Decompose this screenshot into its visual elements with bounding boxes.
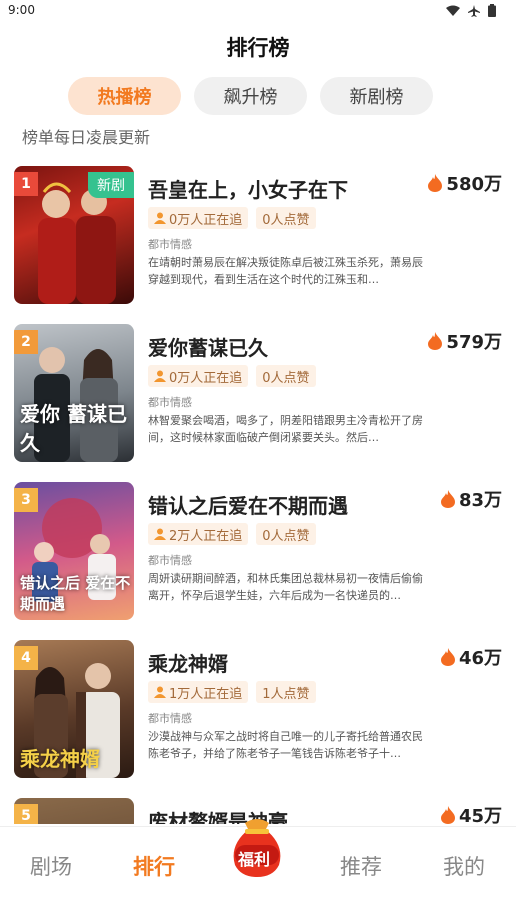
bottom-nav: 剧场 排行 福利 推荐 我的 [0,819,516,917]
status-bar: 9:00 [0,0,516,24]
wifi-icon [446,5,460,16]
heat-count: 45万 [440,802,502,824]
fire-icon [440,648,455,666]
followers-count: 0万人正在追 [169,212,243,228]
rank-badge: 4 [14,646,38,670]
ranking-tabs: 热播榜 飙升榜 新剧榜 [68,77,433,115]
ranking-list: 1 新剧 吾皇在上，小女子在下 580万 0万人正在追 0人点赞 都市情感 在靖… [0,162,516,824]
drama-title[interactable]: 乘龙神婿 [148,648,228,677]
item-meta: 0万人正在追 0人点赞 [148,207,316,229]
likes-count: 0人点赞 [262,528,310,544]
drama-title[interactable]: 错认之后爱在不期而遇 [148,490,348,519]
followers-chip: 0万人正在追 [148,207,249,229]
update-notice: 榜单每日凌晨更新 [22,128,151,147]
cover-title-art: 爱你 蓄谋已久 [20,402,127,455]
drama-description: 周妍读研期间醉酒，和林氏集团总裁林易初一夜情后偷偷离开，怀孕后退学生娃，六年后成… [148,572,423,602]
followers-count: 2万人正在追 [169,528,243,544]
followers-chip: 2万人正在追 [148,523,249,545]
drama-description: 林智爱聚会喝酒，喝多了，阴差阳错跟男主冷青松开了房间，这时候林家面临破产倒闭紧要… [148,414,423,444]
genre-label: 都市情感 [148,712,192,725]
drama-cover[interactable]: 4 乘龙神婿 [14,640,134,778]
user-icon [154,212,166,224]
genre-label: 都市情感 [148,554,192,567]
battery-icon [488,4,496,17]
fire-icon [428,332,443,350]
cover-title-art: 乘龙神婿 [20,747,100,771]
airplane-icon [468,4,480,17]
followers-count: 1万人正在追 [169,686,243,702]
rank-badge: 2 [14,330,38,354]
fire-icon [428,174,443,192]
status-icons [446,4,496,17]
nav-recommend[interactable]: 推荐 [340,851,382,881]
heat-count: 83万 [440,486,502,512]
followers-chip: 0万人正在追 [148,365,249,387]
drama-cover[interactable]: 2 爱你 蓄谋已久 [14,324,134,462]
nav-mine[interactable]: 我的 [443,851,485,881]
list-item[interactable]: 1 新剧 吾皇在上，小女子在下 580万 0万人正在追 0人点赞 都市情感 在靖… [0,162,516,304]
user-icon [154,686,166,698]
heat-value: 83万 [458,490,502,511]
likes-count: 0人点赞 [262,212,310,228]
rank-badge: 5 [14,804,38,824]
heat-value: 579万 [446,332,502,353]
user-icon [154,528,166,540]
cover-title-art: 错认之后 爱在不期而遇 [20,574,131,613]
nav-welfare-label: 福利 [238,850,271,869]
fire-icon [440,806,455,824]
drama-description: 在靖朝时萧易辰在解决叛徒陈卓后被江殊玉杀死，萧易辰穿越到现代，看到生活在这个时代… [148,256,423,286]
fire-icon [440,490,455,508]
likes-chip: 0人点赞 [256,207,316,229]
genre-label: 都市情感 [148,238,192,251]
nav-welfare[interactable]: 福利 [229,815,285,885]
genre-label: 都市情感 [148,396,192,409]
likes-chip: 1人点赞 [256,681,316,703]
drama-cover[interactable]: 1 新剧 [14,166,134,304]
likes-count: 0人点赞 [262,370,310,386]
followers-chip: 1万人正在追 [148,681,249,703]
page-title: 排行榜 [226,36,290,60]
followers-count: 0万人正在追 [169,370,243,386]
list-item[interactable]: 4 乘龙神婿 乘龙神婿 46万 1万人正在追 1人点赞 都市情感 沙漠战神与众军… [0,636,516,778]
likes-count: 1人点赞 [262,686,310,702]
item-meta: 2万人正在追 0人点赞 [148,523,316,545]
status-time: 9:00 [8,3,35,17]
likes-chip: 0人点赞 [256,523,316,545]
drama-title[interactable]: 爱你蓄谋已久 [148,332,268,361]
heat-value: 45万 [458,806,502,824]
drama-cover[interactable]: 5 [14,798,134,824]
tab-hot[interactable]: 热播榜 [68,77,181,115]
item-meta: 0万人正在追 0人点赞 [148,365,316,387]
heat-value: 580万 [446,174,502,195]
nav-ranking[interactable]: 排行 [133,851,175,881]
heat-count: 580万 [428,170,502,196]
likes-chip: 0人点赞 [256,365,316,387]
list-item[interactable]: 3 错认之后 爱在不期而遇 错认之后爱在不期而遇 83万 2万人正在追 0人点赞… [0,478,516,620]
drama-title[interactable]: 吾皇在上，小女子在下 [148,174,348,203]
drama-description: 沙漠战神与众军之战时将自己唯一的儿子寄托给普通农民陈老爷子，并给了陈老爷子一笔钱… [148,730,423,760]
list-item[interactable]: 2 爱你 蓄谋已久 爱你蓄谋已久 579万 0万人正在追 0人点赞 都市情感 林… [0,320,516,462]
heat-count: 579万 [428,328,502,354]
heat-count: 46万 [440,644,502,670]
user-icon [154,370,166,382]
tab-rising[interactable]: 飙升榜 [194,77,307,115]
nav-theater[interactable]: 剧场 [30,851,72,881]
new-badge: 新剧 [88,172,134,198]
drama-cover[interactable]: 3 错认之后 爱在不期而遇 [14,482,134,620]
tab-new[interactable]: 新剧榜 [320,77,433,115]
item-meta: 1万人正在追 1人点赞 [148,681,316,703]
rank-badge: 1 [14,172,38,196]
heat-value: 46万 [458,648,502,669]
rank-badge: 3 [14,488,38,512]
